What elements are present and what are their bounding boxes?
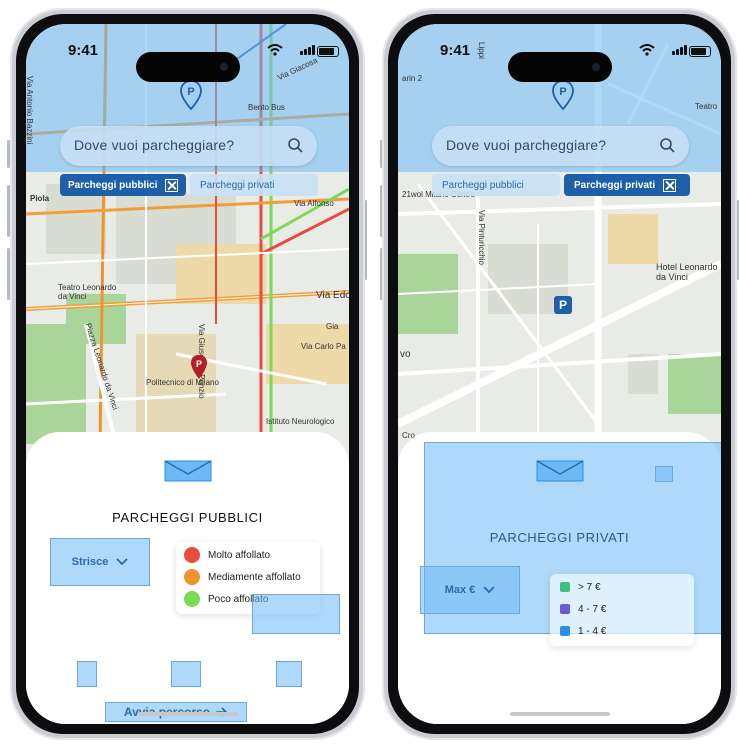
- svg-text:P: P: [187, 86, 194, 98]
- parking-pin-icon[interactable]: P: [180, 80, 202, 110]
- sheet-title: PARCHEGGI PRIVATI: [489, 530, 630, 545]
- map-label-istituto: Istituto Neurologico: [266, 417, 335, 426]
- legend-label: 4 - 7 €: [578, 603, 607, 615]
- legend-row: Molto affollato: [176, 544, 320, 566]
- svg-text:P: P: [559, 86, 566, 98]
- map-label-arin: arin 2: [402, 74, 423, 83]
- search-icon[interactable]: [287, 137, 303, 153]
- selected-parking-pin-icon[interactable]: P: [190, 354, 208, 380]
- sheet-title: PARCHEGGI PUBBLICI: [112, 510, 263, 525]
- screen-right: P arin 2 21wol Milano Centro Hotel Leona…: [398, 24, 721, 724]
- envelope-icon[interactable]: [536, 460, 584, 482]
- phone-right: P arin 2 21wol Milano Centro Hotel Leona…: [382, 8, 737, 740]
- svg-text:P: P: [196, 359, 202, 369]
- option-button[interactable]: [276, 661, 302, 687]
- dynamic-island: [135, 52, 240, 82]
- filter-public-chip[interactable]: Parcheggi pubblici: [60, 174, 186, 196]
- chevron-down-icon: [116, 558, 128, 566]
- signal-icon: [300, 45, 315, 55]
- wifi-icon: [267, 44, 283, 56]
- legend-row: 4 - 7 €: [550, 598, 694, 620]
- envelope-icon[interactable]: [164, 460, 212, 482]
- legend-row: 1 - 4 €: [550, 620, 694, 642]
- highlight-box: [252, 594, 340, 634]
- filter-public-chip[interactable]: Parcheggi pubblici: [432, 174, 560, 196]
- map-label-hotel: Hotel Leonardo da Vinci: [656, 262, 718, 282]
- battery-icon: [689, 46, 711, 57]
- map-label-teatro: Teatro Leonardo da Vinci: [58, 283, 117, 301]
- signal-icon: [672, 45, 687, 55]
- legend-dot: [184, 591, 200, 607]
- legend-dot: [184, 547, 200, 563]
- filter-private-label: Parcheggi privati: [200, 179, 275, 191]
- wifi-icon: [639, 44, 655, 56]
- chevron-down-icon: [483, 586, 495, 594]
- map-label-alfonso: Via Alfonso: [294, 199, 334, 208]
- legend-swatch: [560, 582, 570, 592]
- type-dropdown[interactable]: Strisce: [50, 538, 150, 586]
- status-time: 9:41: [68, 42, 99, 59]
- legend-row: Mediamente affollato: [176, 566, 320, 588]
- close-icon[interactable]: [165, 178, 179, 192]
- map-label-via-edo: Via Edo: [316, 290, 349, 301]
- svg-text:P: P: [559, 298, 567, 312]
- price-dropdown[interactable]: Max €: [420, 566, 520, 614]
- price-dropdown-label: Max €: [444, 584, 476, 596]
- dynamic-island: [507, 52, 612, 82]
- status-bar: 9:41: [398, 42, 721, 82]
- legend-dot: [184, 569, 200, 585]
- battery-icon: [317, 46, 339, 57]
- map-label-carlo-pa: Via Carlo Pa: [301, 342, 346, 351]
- search-placeholder: Dove vuoi parcheggiare?: [74, 137, 235, 153]
- option-button[interactable]: [655, 466, 673, 482]
- filter-private-chip[interactable]: Parcheggi privati: [564, 174, 690, 196]
- legend-label: Mediamente affollato: [208, 571, 301, 583]
- status-bar: 9:41: [26, 42, 349, 82]
- map-label-piola: Piola: [30, 194, 50, 203]
- map-label-bazzini: Via Antonio Bazzini: [26, 76, 34, 145]
- search-bar[interactable]: Dove vuoi parcheggiare?: [432, 126, 689, 166]
- filter-private-label: Parcheggi privati: [574, 179, 656, 191]
- legend-swatch: [560, 626, 570, 636]
- map-label-gia: Gia: [326, 322, 339, 331]
- legend-label: 1 - 4 €: [578, 625, 607, 637]
- search-icon[interactable]: [659, 137, 675, 153]
- legend-label: Molto affollato: [208, 549, 271, 561]
- option-button[interactable]: [77, 661, 97, 687]
- filter-private-chip[interactable]: Parcheggi privati: [190, 174, 318, 196]
- close-icon[interactable]: [663, 178, 677, 192]
- home-indicator: [509, 712, 610, 716]
- map-label-vo: vo: [400, 349, 411, 360]
- phone-left: Piola Teatro Leonardo da Vinci Politecni…: [10, 8, 365, 740]
- bottom-sheet: PARCHEGGI PUBBLICI Strisce Molto affolla…: [26, 432, 349, 724]
- bottom-sheet: PARCHEGGI PRIVATI Max € > 7 € 4 - 7 € 1 …: [398, 432, 721, 724]
- map-label-teatro: Teatro: [695, 102, 718, 111]
- type-dropdown-label: Strisce: [71, 556, 109, 568]
- legend-swatch: [560, 604, 570, 614]
- price-legend: > 7 € 4 - 7 € 1 - 4 €: [550, 574, 694, 646]
- screen-left: Piola Teatro Leonardo da Vinci Politecni…: [26, 24, 349, 724]
- home-indicator: [137, 712, 238, 716]
- map-label-pinturicchio: Via Pinturicchio: [477, 210, 486, 265]
- legend-label: > 7 €: [578, 581, 601, 593]
- legend-row: > 7 €: [550, 576, 694, 598]
- search-placeholder: Dove vuoi parcheggiare?: [446, 137, 607, 153]
- parking-pin-icon[interactable]: P: [552, 80, 574, 110]
- filter-public-label: Parcheggi pubblici: [68, 179, 158, 191]
- filter-public-label: Parcheggi pubblici: [442, 179, 524, 191]
- search-bar[interactable]: Dove vuoi parcheggiare?: [60, 126, 317, 166]
- option-button[interactable]: [171, 661, 201, 687]
- status-time: 9:41: [440, 42, 471, 59]
- map-label-bento: Bento Bus: [248, 103, 285, 112]
